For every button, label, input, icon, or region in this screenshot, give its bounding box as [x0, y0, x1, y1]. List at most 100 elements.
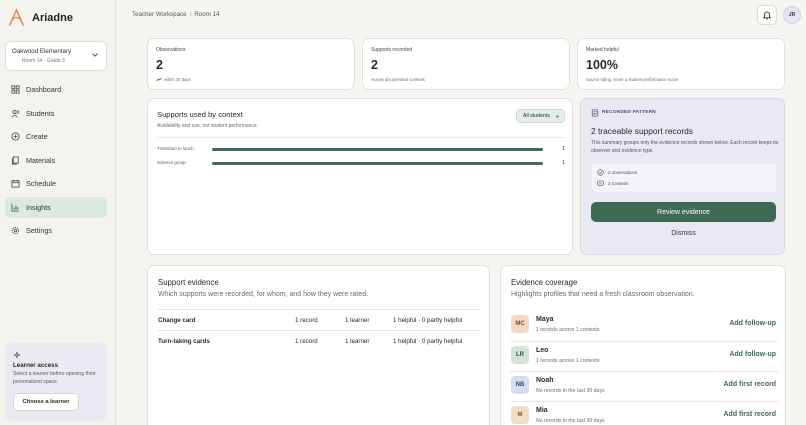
nav-label: Schedule	[26, 179, 56, 188]
support-name: Turn-taking cards	[158, 338, 210, 345]
nav-label: Create	[26, 132, 48, 141]
learner-avatar: LR	[511, 346, 529, 364]
learner-name: Mia	[536, 407, 548, 414]
file-icon	[11, 156, 19, 165]
chevron-down-icon	[555, 115, 560, 118]
grid-icon	[11, 85, 20, 94]
trend-up-icon	[156, 77, 162, 82]
app-name: Ariadne	[32, 11, 73, 24]
pattern-item-text: 2 observations	[608, 170, 638, 175]
school-room: Room 14 · Grade 3	[22, 58, 65, 64]
support-records: 1 record	[295, 338, 318, 345]
gear-icon	[11, 226, 20, 235]
nav-dashboard[interactable]: Dashboard	[5, 79, 107, 100]
school-selector[interactable]: Oakwood Elementary Room 14 · Grade 3	[5, 41, 107, 71]
divider	[158, 330, 480, 331]
nav-label: Students	[26, 109, 55, 118]
learner-access-desc: Select a learner before opening their pe…	[13, 371, 96, 385]
users-icon	[11, 109, 19, 118]
review-evidence-button[interactable]: Review evidence	[591, 202, 776, 222]
coverage-row: M Mia No records in the last 30 days Add…	[510, 402, 778, 425]
context-value: 1	[562, 146, 565, 152]
add-follow-up-button[interactable]: Add follow-up	[729, 320, 776, 327]
add-first-record-button[interactable]: Add first record	[723, 411, 776, 418]
learner-access-title: Learner access	[13, 362, 59, 369]
stat-sub: Source rating, never a student performan…	[586, 77, 679, 82]
context-label: Science group	[157, 160, 186, 165]
coverage-row: LR Leo 1 records across 1 contexts Add f…	[510, 342, 778, 372]
nav-settings[interactable]: Settings	[5, 220, 107, 241]
stat-card-helpful: Marked helpful 100% Source rating, never…	[577, 38, 785, 90]
learner-records: No records in the last 30 days	[536, 388, 605, 394]
breadcrumb: Teacher Workspace / Room 14	[132, 11, 219, 18]
pattern-title: 2 traceable support records	[591, 126, 693, 136]
nav-label: Dashboard	[26, 85, 62, 94]
evidence-coverage-card: Evidence coverage Highlights profiles th…	[500, 265, 786, 425]
stat-value: 2	[156, 58, 163, 72]
brand[interactable]: Ariadne	[7, 8, 73, 27]
stat-label: Supports recorded	[371, 47, 413, 53]
context-bar-fill	[212, 162, 543, 165]
context-bar-track	[212, 162, 543, 165]
nav-schedule[interactable]: Schedule	[5, 173, 107, 194]
context-bar-track	[212, 148, 543, 151]
pattern-summary-list: 2 observations 2 contexts	[592, 164, 776, 192]
user-avatar[interactable]: JR	[783, 6, 801, 24]
section-subtitle: Which supports were recorded, for whom, …	[158, 291, 369, 298]
learner-records: 1 records across 1 contexts	[536, 327, 600, 333]
message-icon	[597, 180, 604, 186]
recorded-pattern-card: RECORDED PATTERN 2 traceable support rec…	[580, 98, 785, 255]
divider	[157, 137, 565, 138]
stat-label: Observations	[156, 47, 186, 53]
chevron-down-icon	[92, 53, 98, 57]
breadcrumb-room: Room 14	[194, 11, 220, 18]
nav-label: Materials	[26, 156, 56, 165]
sparkle-icon	[13, 351, 21, 359]
section-subtitle: Availability and use, not student perfor…	[157, 123, 259, 129]
add-first-record-button[interactable]: Add first record	[723, 381, 776, 388]
choose-learner-button[interactable]: Choose a learner	[13, 393, 79, 411]
stat-sub: within 30 days	[156, 77, 191, 82]
select-value: All students	[523, 113, 550, 119]
plus-circle-icon	[11, 132, 20, 141]
student-filter-select[interactable]: All students	[516, 109, 565, 123]
support-learners: 1 learner	[345, 317, 370, 324]
add-follow-up-button[interactable]: Add follow-up	[729, 351, 776, 358]
support-rating: 1 helpful · 0 partly helpful	[393, 338, 463, 345]
supports-by-context-card: Supports used by context Availability an…	[147, 98, 573, 255]
pattern-item-observations: 2 observations	[597, 169, 637, 176]
nav-insights[interactable]: Insights	[5, 197, 107, 218]
bell-icon	[762, 11, 772, 20]
ariadne-logo-icon	[9, 8, 24, 26]
school-name: Oakwood Elementary	[12, 48, 72, 55]
section-title: Supports used by context	[157, 110, 243, 119]
support-evidence-card: Support evidence Which supports were rec…	[147, 265, 490, 425]
nav-materials[interactable]: Materials	[5, 150, 107, 171]
stat-label: Marked helpful	[586, 47, 619, 53]
check-circle-icon	[597, 169, 604, 176]
section-title: Support evidence	[158, 278, 219, 287]
coverage-row: MC Maya 1 records across 1 contexts Add …	[510, 311, 778, 341]
notifications-button[interactable]	[757, 5, 777, 25]
learner-avatar: MC	[511, 315, 529, 333]
stat-value: 2	[371, 58, 378, 72]
nav-create[interactable]: Create	[5, 126, 107, 147]
learner-records: No records in the last 30 days	[536, 418, 605, 424]
support-learners: 1 learner	[345, 338, 370, 345]
section-title: Evidence coverage	[511, 278, 578, 287]
support-rating: 1 helpful · 0 partly helpful	[393, 317, 463, 324]
support-name: Change card	[158, 317, 196, 324]
pattern-item-contexts: 2 contexts	[597, 180, 629, 187]
context-bar-fill	[212, 148, 543, 151]
pattern-desc: This summary groups only the evidence re…	[591, 140, 779, 154]
nav-students[interactable]: Students	[5, 103, 107, 124]
bar-chart-icon	[11, 203, 20, 212]
nav-label: Insights	[26, 203, 51, 212]
breadcrumb-workspace[interactable]: Teacher Workspace	[132, 11, 187, 18]
coverage-row: NB Noah No records in the last 30 days A…	[510, 372, 778, 402]
dismiss-button[interactable]: Dismiss	[591, 230, 776, 237]
context-label: Transition to lunch	[157, 146, 194, 151]
learner-name: Maya	[536, 316, 554, 323]
pattern-eyebrow: RECORDED PATTERN	[602, 110, 656, 115]
stat-card-observations: Observations 2 within 30 days	[147, 38, 355, 90]
